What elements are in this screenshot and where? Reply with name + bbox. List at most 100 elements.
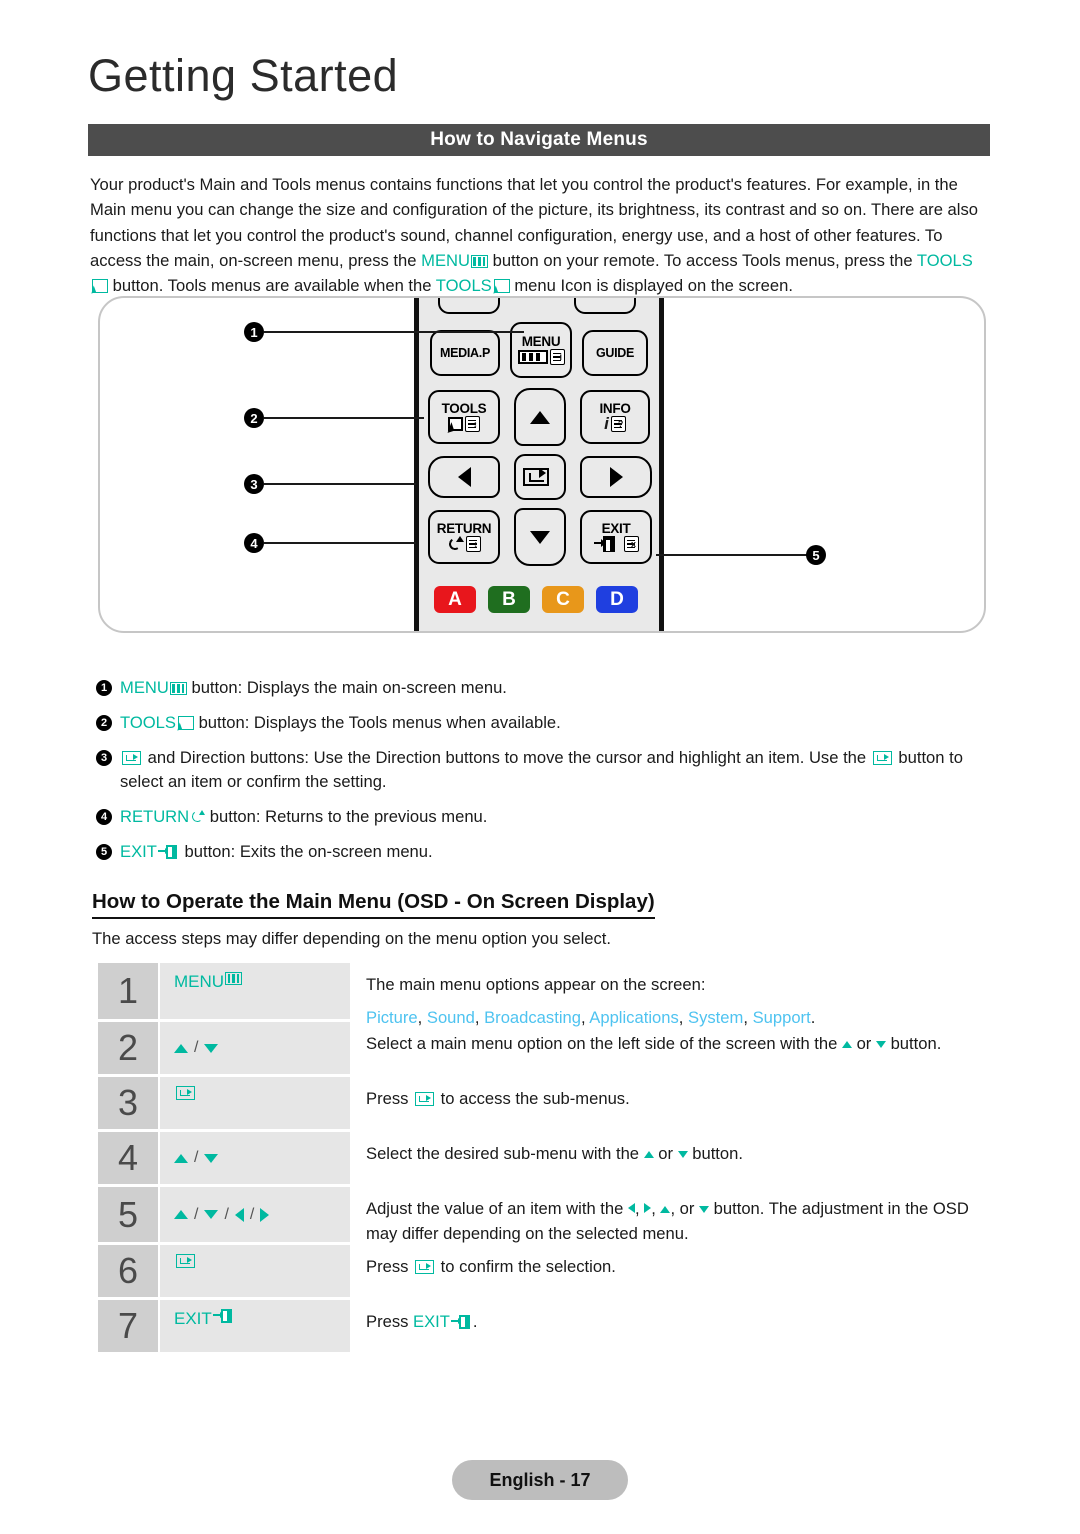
menu-icon xyxy=(225,972,243,985)
section-header-label: How to Navigate Menus xyxy=(430,129,648,150)
callout-badge-5-label: 5 xyxy=(812,547,820,563)
step-icon-7-label: EXIT xyxy=(174,1309,212,1328)
callout-badge-1: 1 xyxy=(244,322,264,342)
button-exit[interactable]: EXIT x xyxy=(580,510,652,564)
legend-term-2: TOOLS xyxy=(120,713,176,732)
color-button-b[interactable]: B xyxy=(488,586,530,613)
arrow-right-icon xyxy=(260,1207,270,1222)
callout-badge-2: 2 xyxy=(244,408,264,428)
section-header-bar: How to Navigate Menus xyxy=(88,124,990,156)
step-icon-2: / xyxy=(160,1022,350,1074)
table-row: 1 MENU The main menu options appear on t… xyxy=(98,963,990,1027)
legend-item-1: 1 MENU button: Displays the main on-scre… xyxy=(96,676,996,700)
arrow-down-icon-inline xyxy=(875,1041,886,1048)
color-button-a[interactable]: A xyxy=(434,586,476,613)
callout-badge-2-label: 2 xyxy=(250,410,258,426)
color-button-d[interactable]: D xyxy=(596,586,638,613)
color-button-b-label: B xyxy=(502,588,516,610)
step-number-3: 3 xyxy=(98,1077,158,1129)
tools-keyword-2: TOOLS xyxy=(435,276,492,296)
step-icon-1-label: MENU xyxy=(174,972,225,991)
arrow-down-icon xyxy=(204,1210,219,1219)
osd-section-subtext: The access steps may differ depending on… xyxy=(92,929,612,948)
button-up[interactable] xyxy=(514,388,566,446)
page-number-label: English - 17 xyxy=(489,1469,591,1490)
step-desc-7: Press EXIT. xyxy=(366,1312,478,1331)
legend-text-2: TOOLS button: Displays the Tools menus w… xyxy=(120,711,996,735)
menu-keyword: MENU xyxy=(421,250,470,270)
page-title: Getting Started xyxy=(88,50,399,101)
callout-badge-4: 4 xyxy=(244,533,264,553)
enter-icon xyxy=(176,1254,195,1268)
arrow-down-icon-inline xyxy=(677,1151,688,1158)
button-guide-label: GUIDE xyxy=(595,345,635,360)
legend-badge-1: 1 xyxy=(96,680,112,696)
legend-badge-2: 2 xyxy=(96,715,112,731)
callout-line-4 xyxy=(264,542,416,544)
legend-desc-1: button: Displays the main on-screen menu… xyxy=(186,678,507,697)
color-button-a-label: A xyxy=(448,588,462,610)
legend-badge-2-label: 2 xyxy=(100,717,108,729)
button-left[interactable] xyxy=(428,456,500,498)
enter-icon-inline xyxy=(415,1260,435,1274)
callout-line-2 xyxy=(264,417,424,419)
list-x-icon: x xyxy=(623,536,639,552)
legend-item-3: 3 and Direction buttons: Use the Directi… xyxy=(96,746,996,794)
callout-badge-4-label: 4 xyxy=(250,535,258,551)
tools-icon xyxy=(92,279,108,294)
button-exit-icons: x xyxy=(593,536,639,552)
legend-desc-4: button: Returns to the previous menu. xyxy=(205,807,488,826)
button-return[interactable]: RETURN ↕ xyxy=(428,510,500,564)
button-tools-label: TOOLS xyxy=(441,401,487,416)
legend-term-4: RETURN xyxy=(120,807,190,826)
table-row: 4 / Select the desired sub-menu with the… xyxy=(98,1132,990,1184)
table-row: 2 / Select a main menu option on the lef… xyxy=(98,1022,990,1074)
step-icon-5: / / / xyxy=(160,1187,350,1242)
button-down[interactable] xyxy=(514,508,566,566)
button-media-p[interactable]: MEDIA.P xyxy=(430,330,500,376)
legend-badge-4-label: 4 xyxy=(100,811,108,823)
arrow-up-icon-inline xyxy=(643,1151,654,1158)
exit-keyword: EXIT xyxy=(413,1312,450,1331)
legend-text-3: and Direction buttons: Use the Direction… xyxy=(120,746,996,794)
menu-icon xyxy=(169,682,187,695)
arrow-down-icon xyxy=(204,1153,219,1163)
list-i-icon: i xyxy=(549,349,565,365)
tools-keyword: TOOLS xyxy=(916,250,973,270)
table-row: 5 // / Adjust the value of an item with t… xyxy=(98,1187,990,1243)
step-desc-1-line1: The main menu options appear on the scre… xyxy=(366,975,706,994)
arrow-left-icon-inline xyxy=(627,1203,635,1213)
color-button-c-label: C xyxy=(556,588,570,610)
exit-icon-inline xyxy=(450,1315,473,1329)
arrow-down-icon-inline xyxy=(699,1206,710,1213)
color-button-c[interactable]: C xyxy=(542,586,584,613)
button-info[interactable]: INFO i ? xyxy=(580,390,650,444)
step-number-7: 7 xyxy=(98,1300,158,1352)
legend-desc-5: button: Exits the on-screen menu. xyxy=(179,842,433,861)
button-menu-icons: i xyxy=(517,349,565,365)
legend-item-5: 5 EXIT button: Exits the on-screen menu. xyxy=(96,840,996,864)
menu-icon xyxy=(470,254,488,268)
arrow-down-icon xyxy=(530,530,550,544)
button-guide[interactable]: GUIDE xyxy=(582,330,648,376)
step-icon-6 xyxy=(160,1245,350,1297)
callout-badge-3: 3 xyxy=(244,474,264,494)
button-enter[interactable] xyxy=(514,454,566,500)
arrow-right-icon xyxy=(609,467,623,487)
list-question-icon: ? xyxy=(610,416,626,432)
list-updown-icon-2: ↕ xyxy=(465,536,481,552)
tools-icon xyxy=(177,716,194,730)
step-desc-3: Press to access the sub-menus. xyxy=(366,1089,630,1108)
enter-icon-2 xyxy=(872,751,892,765)
button-right[interactable] xyxy=(580,456,652,498)
tools-window-icon xyxy=(448,417,463,431)
exit-icon xyxy=(157,845,180,859)
button-tools[interactable]: TOOLS ↕ xyxy=(428,390,500,444)
enter-icon-inline xyxy=(415,1092,435,1106)
button-info-icons: i ? xyxy=(604,415,626,432)
legend-term-5: EXIT xyxy=(120,842,157,861)
callout-line-1 xyxy=(264,331,524,333)
intro-paragraph: Your product's Main and Tools menus cont… xyxy=(90,172,990,298)
legend-text-5: EXIT button: Exits the on-screen menu. xyxy=(120,840,996,864)
arrow-left-icon xyxy=(234,1207,244,1222)
